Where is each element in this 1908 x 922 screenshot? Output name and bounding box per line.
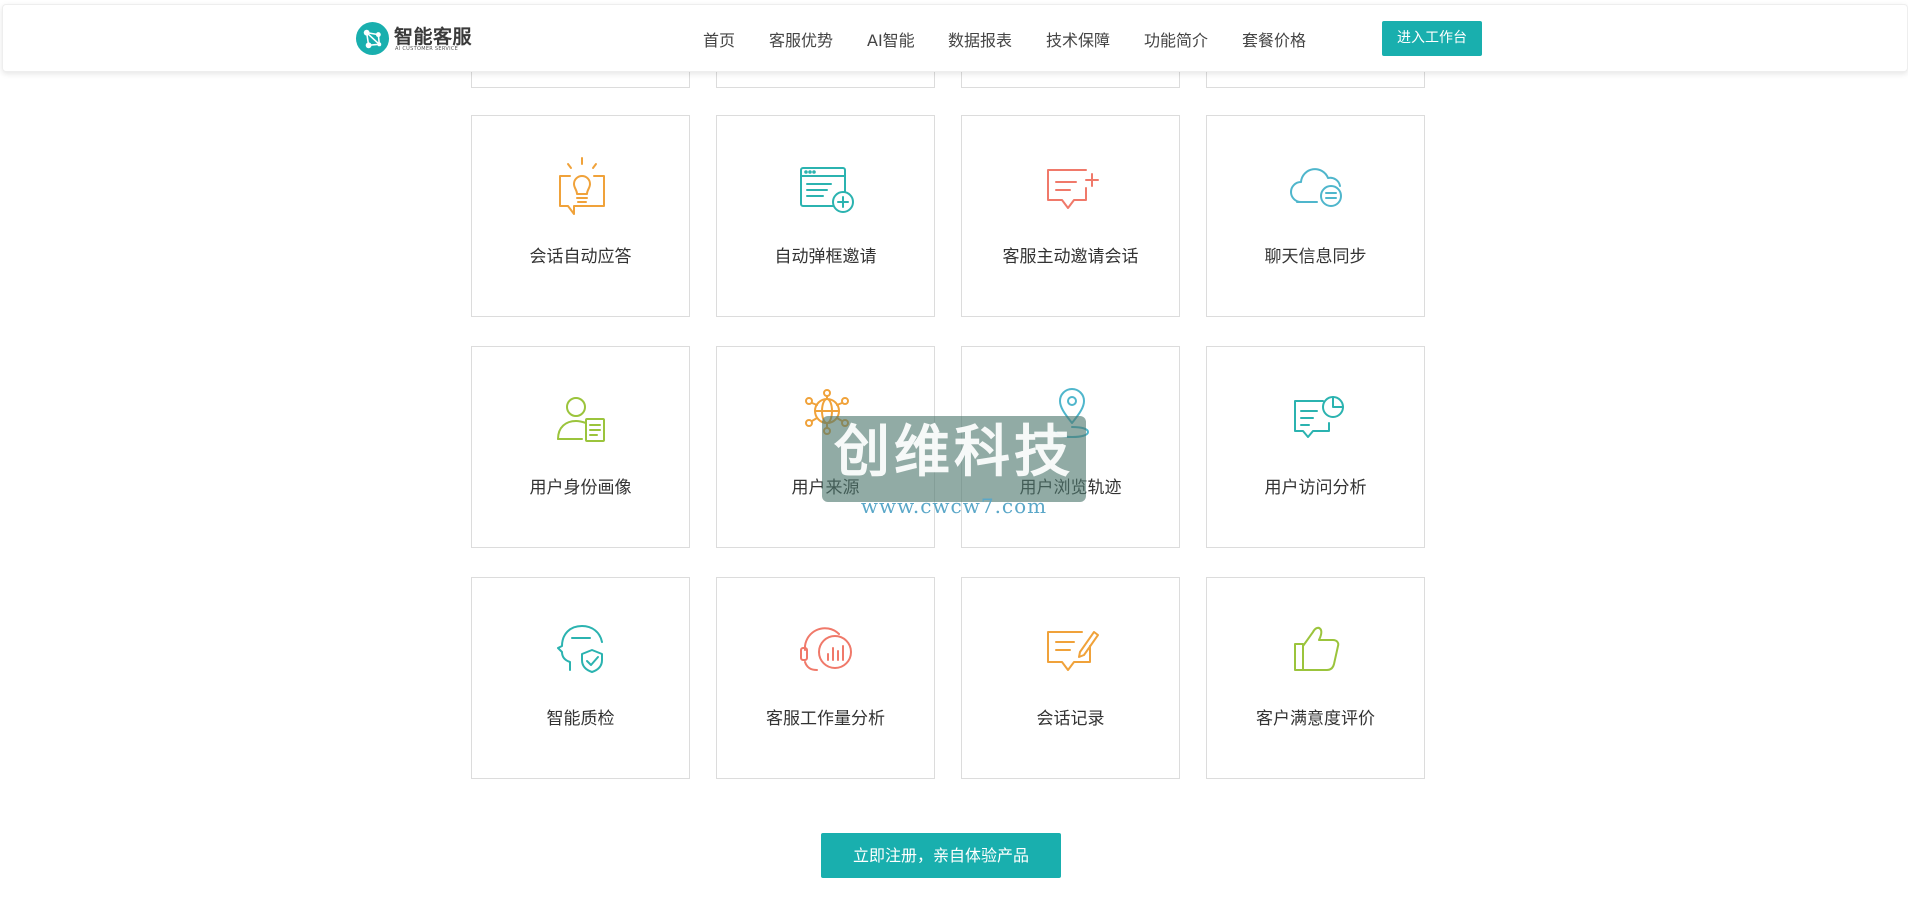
feature-label: 客户满意度评价 <box>1256 709 1375 729</box>
register-cta-button[interactable]: 立即注册，亲自体验产品 <box>821 833 1061 878</box>
feature-card-smart-qa[interactable]: 智能质检 <box>471 577 690 779</box>
feature-label: 自动弹框邀请 <box>774 247 877 267</box>
nav-item-features[interactable]: 功能简介 <box>1144 27 1208 51</box>
feature-label: 会话记录 <box>1036 709 1105 729</box>
feature-label: 用户访问分析 <box>1264 478 1367 498</box>
feature-card-auto-reply[interactable]: 会话自动应答 <box>471 115 690 317</box>
nav-item-ai[interactable]: AI智能 <box>867 27 915 51</box>
feature-card-chat-records[interactable]: 会话记录 <box>961 577 1180 779</box>
cloud-sync-icon <box>1290 168 1342 207</box>
watermark: 创维科技 www.cwcw7.com <box>822 416 1086 524</box>
lightbulb-chat-icon <box>559 157 605 215</box>
popup-window-add-icon <box>800 167 854 213</box>
nav-item-tech-support[interactable]: 技术保障 <box>1046 27 1110 51</box>
nav-item-advantages[interactable]: 客服优势 <box>769 27 833 51</box>
logo-icon <box>355 21 390 56</box>
thumbs-up-icon <box>1294 626 1340 671</box>
nav-item-home[interactable]: 首页 <box>703 27 735 51</box>
nav-item-reports[interactable]: 数据报表 <box>948 27 1012 51</box>
chat-add-icon <box>1047 169 1099 209</box>
feature-label: 用户身份画像 <box>529 478 632 498</box>
head-shield-icon <box>557 625 603 673</box>
feature-label: 客服主动邀请会话 <box>1002 247 1139 267</box>
enter-workbench-button[interactable]: 进入工作台 <box>1382 21 1482 56</box>
feature-label: 智能质检 <box>546 709 615 729</box>
nav-item-pricing[interactable]: 套餐价格 <box>1242 27 1306 51</box>
headset-bar-chart-icon <box>800 627 852 671</box>
feature-card-user-profile[interactable]: 用户身份画像 <box>471 346 690 548</box>
chat-edit-icon <box>1047 631 1099 671</box>
logo[interactable]: 智能客服 AI CUSTOMER SERVICE <box>355 19 485 59</box>
feature-card-workload-analysis[interactable]: 客服工作量分析 <box>716 577 935 779</box>
feature-card-chat-sync[interactable]: 聊天信息同步 <box>1206 115 1425 317</box>
user-profile-icon <box>557 397 605 442</box>
feature-card-visit-analysis[interactable]: 用户访问分析 <box>1206 346 1425 548</box>
feature-card-agent-invite[interactable]: 客服主动邀请会话 <box>961 115 1180 317</box>
feature-card-satisfaction[interactable]: 客户满意度评价 <box>1206 577 1425 779</box>
logo-subtitle: AI CUSTOMER SERVICE <box>395 46 459 52</box>
feature-label: 会话自动应答 <box>529 247 632 267</box>
document-pie-chart-icon <box>1294 396 1344 438</box>
logo-name: 智能客服 <box>394 26 473 48</box>
feature-label: 客服工作量分析 <box>766 709 885 729</box>
feature-label: 聊天信息同步 <box>1264 247 1367 267</box>
feature-card-auto-popup-invite[interactable]: 自动弹框邀请 <box>716 115 935 317</box>
watermark-url: www.cwcw7.com <box>860 494 1048 518</box>
top-navbar: 智能客服 AI CUSTOMER SERVICE 首页 客服优势 AI智能 数据… <box>2 4 1908 72</box>
watermark-title: 创维科技 <box>834 420 1074 485</box>
